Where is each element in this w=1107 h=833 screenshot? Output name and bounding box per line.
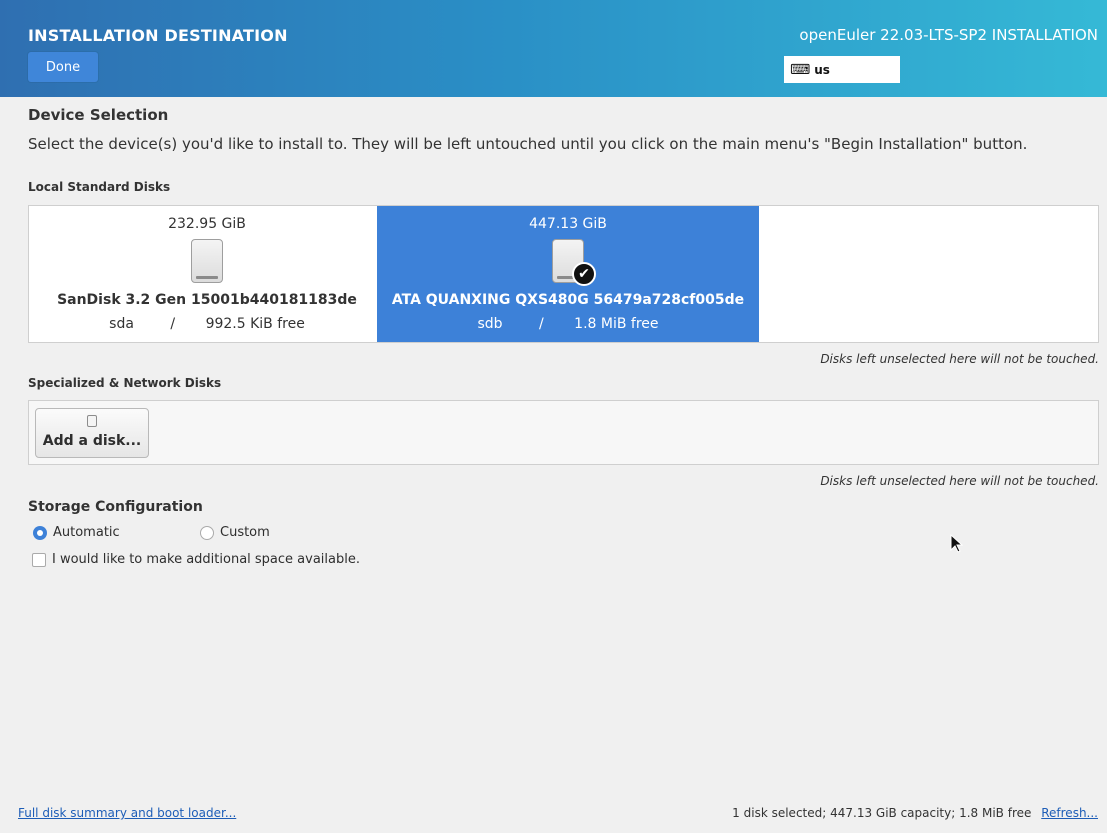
radio-selected-icon	[33, 525, 47, 540]
additional-space-label: I would like to make additional space av…	[52, 552, 360, 567]
mouse-pointer-icon	[950, 534, 964, 553]
device-selection-description: Select the device(s) you'd like to insta…	[28, 135, 1028, 153]
radio-automatic[interactable]: Automatic	[33, 525, 120, 540]
disk-device: sdb	[477, 316, 503, 332]
local-disks-note: Disks left unselected here will not be t…	[820, 352, 1099, 366]
full-disk-summary-link[interactable]: Full disk summary and boot loader...	[18, 806, 236, 820]
disk-size: 447.13 GiB	[529, 216, 607, 232]
selection-summary: 1 disk selected; 447.13 GiB capacity; 1.…	[732, 806, 1032, 820]
disk-details: sdb / 1.8 MiB free	[377, 316, 759, 332]
disk-separator: /	[170, 316, 176, 332]
radio-automatic-label: Automatic	[53, 525, 120, 540]
disk-selection-status: 1 disk selected; 447.13 GiB capacity; 1.…	[732, 806, 1098, 820]
header-bar: INSTALLATION DESTINATION Done openEuler …	[0, 0, 1107, 97]
keyboard-layout-indicator[interactable]: ⌨ us	[784, 56, 900, 83]
hard-disk-icon	[191, 239, 223, 283]
disk-free: 1.8 MiB free	[574, 316, 659, 332]
checkmark-icon: ✔	[572, 262, 596, 286]
disk-separator: /	[539, 316, 544, 332]
checkbox-icon	[32, 552, 46, 567]
done-button[interactable]: Done	[28, 52, 98, 82]
local-disks-heading: Local Standard Disks	[28, 180, 171, 194]
storage-configuration-title: Storage Configuration	[28, 499, 203, 515]
add-disk-label: Add a disk...	[42, 433, 142, 449]
disk-free: 992.5 KiB free	[205, 316, 305, 332]
radio-custom[interactable]: Custom	[200, 525, 270, 540]
specialized-disks-panel: Add a disk...	[28, 400, 1099, 465]
additional-space-checkbox[interactable]: I would like to make additional space av…	[32, 552, 360, 567]
disk-size: 232.95 GiB	[168, 216, 246, 232]
disk-sda[interactable]: 232.95 GiB SanDisk 3.2 Gen 15001b4401811…	[29, 206, 385, 342]
refresh-link[interactable]: Refresh...	[1041, 806, 1098, 820]
disk-name: SanDisk 3.2 Gen 15001b440181183de	[57, 292, 357, 308]
disk-sdb[interactable]: 447.13 GiB ✔ ATA QUANXING QXS480G 56479a…	[377, 206, 759, 342]
specialized-disks-note: Disks left unselected here will not be t…	[820, 474, 1099, 488]
specialized-disks-heading: Specialized & Network Disks	[28, 376, 222, 390]
disk-name: ATA QUANXING QXS480G 56479a728cf005de	[391, 292, 745, 308]
disk-icon	[87, 415, 97, 427]
disk-details: sda / 992.5 KiB free	[29, 316, 385, 332]
product-title: openEuler 22.03-LTS-SP2 INSTALLATION	[799, 26, 1098, 44]
radio-custom-label: Custom	[220, 525, 270, 540]
keyboard-layout-label: us	[814, 62, 830, 77]
local-disks-panel: 232.95 GiB SanDisk 3.2 Gen 15001b4401811…	[28, 205, 1099, 343]
disk-device: sda	[109, 316, 134, 332]
keyboard-icon: ⌨	[790, 61, 811, 78]
page-title: INSTALLATION DESTINATION	[28, 26, 288, 45]
add-disk-button[interactable]: Add a disk...	[35, 408, 149, 458]
device-selection-title: Device Selection	[28, 106, 169, 124]
radio-unselected-icon	[200, 525, 214, 540]
